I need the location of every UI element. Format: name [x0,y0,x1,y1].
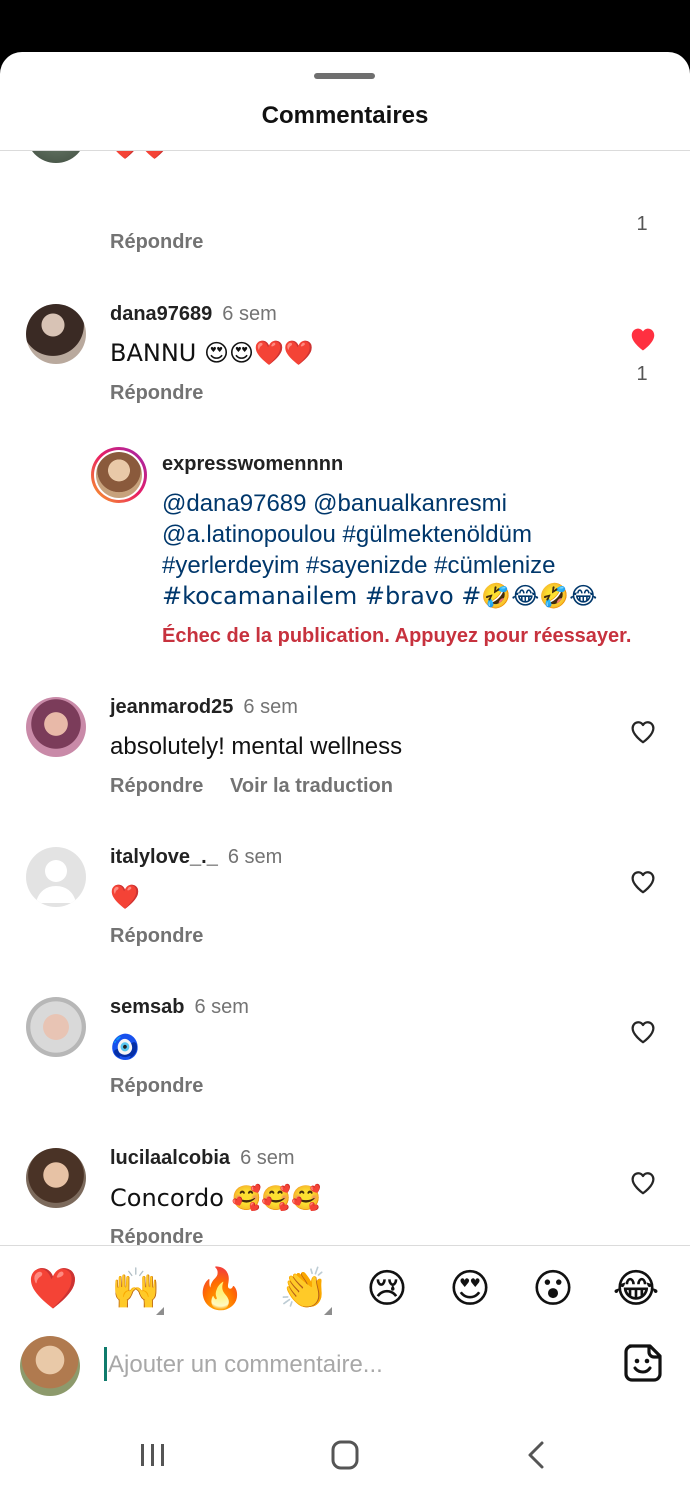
emoji-crying[interactable]: 😢 [357,1259,417,1319]
comment-time: 6 sem [194,996,249,1018]
reply-button[interactable]: Répondre [110,1226,203,1246]
composer-divider [0,1245,690,1246]
comment-text: ❤️ [110,883,140,911]
comments-sheet: Commentaires ❤️❤️ Répondre 1 dana976896 … [0,52,690,1495]
recent-apps-icon[interactable] [133,1440,173,1470]
comment-text: absolutely! mental wellness [110,733,403,760]
heart-icon[interactable] [628,1168,658,1196]
comment-list[interactable]: ❤️❤️ Répondre 1 dana976896 sem BANNU 😍😍❤… [0,151,690,1246]
comment-username[interactable]: jeanmarod25 6 sem [110,696,298,719]
comment-text: 🧿 [110,1033,140,1061]
emoji-heart-eyes[interactable]: 😍 [440,1259,500,1319]
avatar[interactable] [26,1148,86,1208]
sticker-icon[interactable] [622,1342,664,1384]
emoji-clap[interactable]: 👏 [274,1259,334,1319]
reply-line: #yerlerdeyim #sayenizde #cümlenize [162,552,556,579]
reply-line: #kocamanailem #bravo #🤣😂🤣😂 [162,582,598,610]
emoji-fire[interactable]: 🔥 [190,1259,250,1319]
like-count: 1 [636,363,648,385]
comment-time: 6 sem [227,846,283,868]
post-failed-retry[interactable]: Échec de la publication. Appuyez pour ré… [162,625,631,648]
comment-time: 6 sem [243,696,298,718]
comment-username[interactable]: italylove_._ 6 sem [110,846,282,869]
translate-button[interactable]: Voir la traduction [230,775,393,798]
comment-composer [0,1333,690,1399]
comment-time: 6 sem [222,303,277,325]
emoji-heart[interactable]: ❤️ [23,1259,83,1319]
emoji-raising-hands[interactable]: 🙌 [106,1259,166,1319]
comment-username[interactable]: semsab 6 sem [110,996,249,1019]
comment-username[interactable]: dana97689 6 sem [110,303,277,326]
reply-button[interactable]: Répondre [110,775,203,798]
reply-button[interactable]: Répondre [110,1075,203,1098]
emoji-laughing[interactable]: 😂 [606,1259,666,1319]
heart-icon[interactable] [628,867,658,895]
comment-text: ❤️❤️ [110,151,170,161]
default-user-icon [36,860,76,903]
comment-text: Concordo 🥰🥰🥰 [110,1184,322,1212]
avatar-default[interactable] [26,847,86,907]
like-count: 1 [636,213,648,235]
skin-tone-indicator [324,1307,332,1315]
own-avatar[interactable] [20,1336,80,1396]
emoji-surprised[interactable]: 😮 [523,1259,583,1319]
heart-filled-icon[interactable] [628,324,658,352]
text-cursor [104,1347,107,1381]
reply-button[interactable]: Répondre [110,382,203,405]
avatar-story-ring[interactable] [91,447,147,503]
reply-username[interactable]: expresswomennnn [162,453,343,476]
avatar[interactable] [26,151,86,163]
reply-button[interactable]: Répondre [110,925,203,948]
heart-icon[interactable] [628,1017,658,1045]
sheet-title: Commentaires [261,102,429,129]
skin-tone-indicator [156,1307,164,1315]
reply-line: @dana97689 @banualkanresmi [162,490,507,517]
home-icon[interactable] [325,1440,365,1470]
comment-input[interactable] [108,1347,588,1383]
comment-text: BANNU 😍😍❤️❤️ [110,339,314,367]
quick-emoji-bar: ❤️ 🙌 🔥 👏 😢 😍 😮 😂 [0,1259,690,1319]
avatar[interactable] [26,697,86,757]
reply-button[interactable]: Répondre [110,231,203,254]
drag-handle[interactable] [314,73,375,79]
avatar[interactable] [26,997,86,1057]
reply-text: @dana97689 @banualkanresmi @a.latinopoul… [162,488,662,612]
system-nav-bar [0,1422,690,1495]
reply-line: @a.latinopoulou #gülmektenöldüm [162,521,532,548]
avatar[interactable] [26,304,86,364]
back-icon[interactable] [518,1440,558,1470]
heart-icon[interactable] [628,717,658,745]
comment-time: 6 sem [240,1147,295,1169]
comment-username[interactable]: lucilaalcobia 6 sem [110,1147,295,1170]
